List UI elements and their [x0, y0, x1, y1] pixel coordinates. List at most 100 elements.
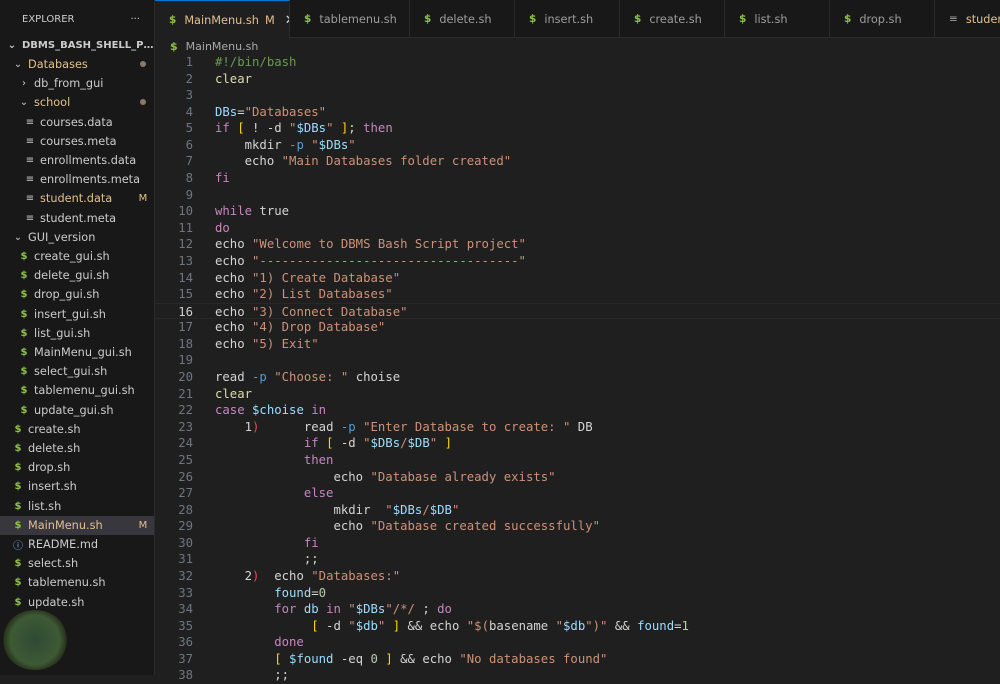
tree-item[interactable]: $ tablemenu.sh [0, 573, 154, 592]
code-token: 2 [215, 568, 253, 583]
tree-item-label: tablemenu_gui.sh [34, 384, 135, 398]
line-number: 16 [178, 304, 193, 319]
tree-item[interactable]: ⓘ README.md [0, 535, 154, 554]
code-text: if [ -d "$DBs/$DB" ] [215, 435, 452, 452]
tab-tablemenu-sh[interactable]: $ tablemenu.sh [290, 0, 410, 38]
line-number: 33 [178, 585, 193, 600]
code-token: "5) Exit" [252, 336, 319, 351]
code-line: 36 done [155, 634, 838, 651]
code-token: echo [215, 336, 253, 351]
code-line: 3 [155, 87, 838, 104]
code-token: read [215, 370, 253, 385]
tree-item[interactable]: $ update.sh [0, 593, 154, 612]
line-number: 29 [178, 519, 193, 534]
file-lines-icon: ≡ [25, 174, 35, 186]
tab-create-sh[interactable]: $ create.sh [620, 0, 725, 38]
code-token: $DBs [370, 436, 401, 451]
code-text: echo "5) Exit" [215, 336, 319, 353]
shell-icon: $ [20, 347, 28, 358]
file-lines-icon: ≡ [25, 116, 35, 128]
shell-icon: $ [634, 13, 642, 25]
code-text: mkdir "$DBs/$DB" [215, 502, 459, 519]
tree-item[interactable]: $ delete.sh [0, 439, 154, 458]
code-text: found=0 [215, 585, 326, 602]
project-root[interactable]: ⌄ DBMS_BASH_SHELL_PROJ... [0, 36, 154, 55]
code-text: echo "Database created successfully" [215, 518, 600, 535]
info-icon: ⓘ [13, 541, 23, 552]
tree-item[interactable]: ≡ student.meta [0, 209, 154, 228]
tree-item[interactable]: ≡ enrollments.meta [0, 170, 154, 189]
code-token: " [451, 502, 460, 517]
tree-item[interactable]: ≡ courses.data [0, 113, 154, 132]
tab-student-data[interactable]: ≡ student.data [935, 0, 1000, 38]
tree-item[interactable]: $ MainMenu_gui.sh [0, 343, 154, 362]
tree-item[interactable]: $ create.sh [0, 420, 154, 439]
code-text: echo "3) Connect Database" [215, 304, 408, 321]
code-line: 21 clear [155, 386, 838, 403]
tree-item[interactable]: $ drop_gui.sh [0, 285, 154, 304]
tree-item[interactable]: $ tablemenu_gui.sh [0, 381, 154, 400]
tab-label: delete.sh [439, 12, 492, 26]
tree-item-label: enrollments.meta [40, 173, 141, 187]
tab-list-sh[interactable]: $ list.sh [725, 0, 830, 38]
tree-item[interactable]: $ list.sh [0, 497, 154, 516]
code-token: "No databases found" [459, 651, 608, 666]
code-line: 2 clear [155, 71, 838, 88]
code-token: [ [237, 121, 245, 136]
chevron-down-icon: ⌄ [13, 59, 23, 70]
tree-item[interactable]: $ insert.sh [0, 477, 154, 496]
breadcrumb[interactable]: $ MainMenu.sh [170, 38, 258, 54]
tree-item[interactable]: $ insert_gui.sh [0, 305, 154, 324]
tree-item[interactable]: › db_from_gui [0, 74, 154, 93]
tree-item[interactable]: ≡ student.data M [0, 189, 154, 208]
code-token: [ [215, 651, 282, 666]
more-actions-icon[interactable]: ··· [130, 14, 140, 25]
tree-item[interactable]: $ select_gui.sh [0, 362, 154, 381]
code-text: echo "4) Drop Database" [215, 319, 385, 336]
shell-icon: $ [20, 404, 28, 416]
tab-drop-sh[interactable]: $ drop.sh [830, 0, 935, 38]
code-line: 33 found=0 [155, 585, 838, 602]
code-token: "2) List Databases" [252, 287, 393, 302]
tree-item[interactable]: $ select.sh [0, 554, 154, 573]
code-token: $DBs [355, 602, 386, 617]
line-number: 10 [178, 204, 193, 219]
code-token: DBs [215, 104, 238, 119]
explorer-title: EXPLORER [22, 13, 75, 25]
file-lines-icon: ≡ [25, 135, 35, 147]
tree-item[interactable]: ⌄ GUI_version [0, 228, 154, 247]
line-number: 23 [178, 419, 193, 434]
shell-icon: $ [14, 443, 22, 454]
code-token: echo [215, 287, 253, 302]
code-line: 6 mkdir -p "$DBs" [155, 137, 838, 154]
code-text: done [215, 634, 304, 651]
code-token: $DBs [318, 137, 349, 152]
tree-item[interactable]: $ list_gui.sh [0, 324, 154, 343]
tree-item-label: update_gui.sh [34, 403, 114, 417]
tab-delete-sh[interactable]: $ delete.sh [410, 0, 515, 38]
status-badge [132, 97, 154, 108]
tree-item[interactable]: $ MainMenu.sh M [0, 515, 154, 535]
code-editor[interactable]: 1 #!/bin/bash 2 clear 3 4 DBs="Databases" 5 if [… [155, 54, 1000, 682]
tree-item-label: select.sh [28, 557, 79, 571]
tree-item[interactable]: ≡ courses.meta [0, 132, 154, 151]
tree-item[interactable]: $ delete_gui.sh [0, 266, 154, 285]
code-line: 20 read -p "Choose: " choise [155, 369, 838, 386]
code-token: ")" [585, 618, 608, 633]
code-token: for [215, 602, 304, 617]
code-line: 14 echo "1) Create Database" [155, 270, 838, 287]
code-token: true [259, 204, 290, 219]
tree-item[interactable]: $ create_gui.sh [0, 247, 154, 266]
shell-icon: $ [20, 308, 28, 320]
tree-item[interactable]: ⌄ Databases [0, 55, 154, 74]
tab-label: list.sh [754, 12, 788, 26]
tab-mainmenu-sh[interactable]: $MainMenu.shM✕ [155, 0, 290, 39]
line-number: 18 [178, 336, 193, 351]
tab-insert-sh[interactable]: $ insert.sh [515, 0, 620, 38]
tree-item[interactable]: $ drop.sh [0, 458, 154, 477]
tree-item[interactable]: ⌄ school [0, 93, 154, 112]
tree-item[interactable]: $ update_gui.sh [0, 401, 154, 420]
code-token: -d [318, 618, 349, 633]
code-token: " [326, 121, 341, 136]
tree-item[interactable]: ≡ enrollments.data [0, 151, 154, 170]
